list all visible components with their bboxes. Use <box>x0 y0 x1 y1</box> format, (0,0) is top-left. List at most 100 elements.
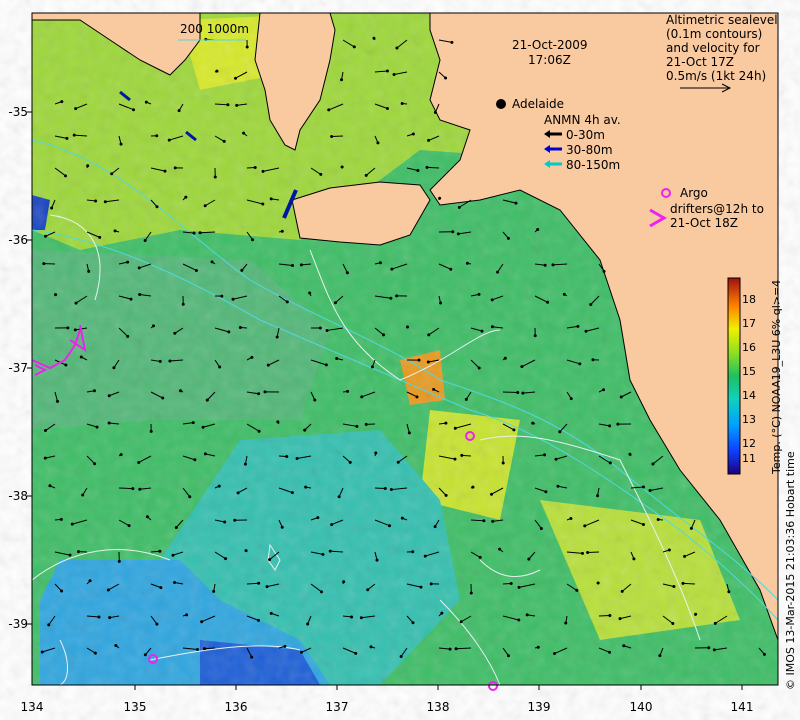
velocity-arrow-head <box>60 100 64 104</box>
y-tick: -36 <box>8 233 28 247</box>
velocity-arrow-head <box>478 555 482 559</box>
anmn-range-1: 30-80m <box>566 143 613 157</box>
velocity-arrow-head <box>213 175 217 179</box>
velocity-arrow-head <box>407 431 411 435</box>
velocity-arrow-head <box>127 524 131 528</box>
velocity-arrow-head <box>491 519 495 523</box>
velocity-arrow-head <box>74 107 78 111</box>
velocity-arrow-head <box>280 525 284 529</box>
velocity-arrow-head <box>181 302 185 306</box>
velocity-arrow-head <box>707 646 711 650</box>
velocity-arrow-head <box>471 485 475 489</box>
velocity-arrow-head <box>256 618 260 622</box>
velocity-arrow-head <box>43 456 47 460</box>
velocity-arrow-head <box>203 452 207 456</box>
velocity-arrow-head <box>87 269 91 273</box>
velocity-arrow-head <box>231 297 235 301</box>
velocity-arrow-head <box>345 271 349 275</box>
velocity-arrow-head <box>369 645 373 649</box>
velocity-arrow-head <box>60 589 64 593</box>
velocity-arrow-head <box>137 460 141 464</box>
velocity-arrow-head <box>167 138 171 142</box>
velocity-arrow-head <box>375 558 379 562</box>
velocity-arrow-head <box>516 390 520 394</box>
city-label: Adelaide <box>512 97 565 111</box>
velocity-arrow-head <box>257 392 261 396</box>
velocity-arrow-head <box>88 579 92 583</box>
velocity-arrow-head <box>168 359 172 363</box>
altimetry-line-4: 21-Oct 17Z <box>666 55 734 69</box>
velocity-arrow-head <box>335 356 339 360</box>
velocity-arrow-head <box>576 324 580 328</box>
velocity-arrow-head <box>192 231 196 235</box>
velocity-arrow-head <box>243 462 247 466</box>
velocity-arrow-head <box>66 326 70 330</box>
velocity-arrow-head <box>558 430 562 434</box>
velocity-arrow-head <box>316 516 320 520</box>
velocity-arrow-head <box>143 239 147 243</box>
x-tick: 139 <box>527 700 551 714</box>
velocity-arrow-head <box>50 206 54 210</box>
velocity-arrow-head <box>132 108 136 112</box>
velocity-arrow-head <box>378 261 382 265</box>
velocity-arrow-head <box>602 269 606 273</box>
velocity-arrow-head <box>632 557 636 561</box>
velocity-arrow-head <box>355 424 359 428</box>
velocity-arrow-head <box>419 585 423 589</box>
velocity-arrow-head <box>327 108 331 112</box>
velocity-arrow-head <box>589 302 593 306</box>
velocity-arrow-head <box>234 76 238 80</box>
velocity-arrow-head <box>257 429 261 433</box>
velocity-arrow-head <box>42 262 46 266</box>
velocity-arrow-head <box>681 581 685 585</box>
velocity-arrow-head <box>337 495 341 499</box>
colorbar-title: Temp. (°C) NOAA19_L3U 6% ql>=4 <box>770 279 783 474</box>
velocity-arrow-head <box>94 199 98 203</box>
velocity-arrow-head <box>285 300 289 304</box>
colorbar-tick: 12 <box>742 437 756 450</box>
velocity-arrow-head <box>184 195 188 199</box>
velocity-arrow-head <box>713 621 717 625</box>
sst-map <box>27 12 779 691</box>
y-tick: -35 <box>8 105 28 119</box>
colorbar-tick: 15 <box>742 365 756 378</box>
velocity-arrow-head <box>448 647 452 651</box>
velocity-arrow-head <box>308 291 312 295</box>
velocity-arrow-head <box>227 330 231 334</box>
velocity-arrow-head <box>119 453 123 457</box>
velocity-arrow-head <box>440 611 444 615</box>
x-tick: 134 <box>20 700 44 714</box>
y-tick: -37 <box>8 361 28 375</box>
velocity-arrow-head <box>427 333 431 337</box>
velocity-arrow-head <box>490 492 494 496</box>
velocity-arrow-head <box>616 422 620 426</box>
velocity-arrow-head <box>432 387 436 391</box>
velocity-arrow-head <box>220 294 224 298</box>
velocity-arrow-head <box>173 581 177 585</box>
velocity-arrow-head <box>59 517 63 521</box>
velocity-arrow-head <box>348 460 352 464</box>
velocity-arrow-head <box>360 395 364 399</box>
velocity-arrow-head <box>388 524 392 528</box>
altimetry-line-1: Altimetric sealevel <box>666 13 778 27</box>
velocity-arrow-head <box>584 329 588 333</box>
velocity-arrow-head <box>275 335 279 339</box>
velocity-arrow-head <box>400 516 404 520</box>
velocity-arrow-head <box>203 204 207 208</box>
velocity-arrow-head <box>575 588 579 592</box>
velocity-arrow-head <box>300 650 304 654</box>
velocity-arrow <box>200 231 216 234</box>
velocity-arrow-head <box>72 133 76 137</box>
velocity-arrow-head <box>438 196 442 200</box>
velocity-arrow-head <box>318 326 322 330</box>
velocity-arrow-head <box>539 526 543 530</box>
velocity-arrow-head <box>417 358 421 362</box>
velocity-arrow-head <box>477 366 481 370</box>
velocity-arrow-head <box>285 454 289 458</box>
velocity-arrow-head <box>451 230 455 234</box>
velocity-arrow-head <box>155 205 159 209</box>
velocity-arrow-head <box>155 134 159 138</box>
velocity-arrow-head <box>628 452 632 456</box>
velocity-arrow-head <box>56 399 60 403</box>
velocity-arrow-head <box>291 264 295 268</box>
